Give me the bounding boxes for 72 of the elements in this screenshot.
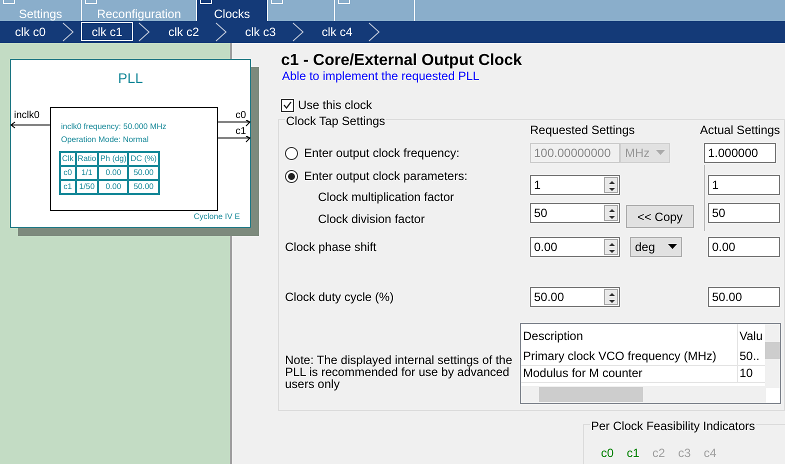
column-header: Actual Settings [700,122,780,139]
chevron-icon [214,22,228,42]
field-label: Clock division factor [317,211,425,228]
actual-value-field[interactable]: 0.00 [708,237,780,257]
radio-button[interactable] [285,170,298,182]
table-cell: 1/50 [76,180,98,194]
phase-shift-field[interactable]: 0.00 [530,237,620,257]
option-label: Enter output clock frequency: [304,145,460,162]
chevron-icon [367,22,382,42]
spinner-icon[interactable] [604,239,618,255]
output-port-label: c1 [235,127,246,137]
pll-title: PLL [117,69,144,88]
clock-indicator: c4 [704,445,716,462]
chevron-icon [290,22,305,42]
table-cell: c0 [60,166,76,180]
clock-indicator: c0 [601,445,614,462]
clock-tab[interactable]: clk c2 [157,22,210,42]
dropdown-caret-icon [668,244,677,250]
table-header: Clk [60,152,76,166]
unit-dropdown[interactable]: deg [630,237,682,257]
table-cell: 50.00 [128,166,159,180]
input-port-label: inclk0 [14,111,40,121]
panel-title: c1 - Core/External Output Clock [281,52,523,70]
spinner-icon[interactable] [604,177,618,193]
use-clock-checkbox[interactable] [281,98,294,112]
table-header: DC (%) [128,152,159,166]
table-cell: 1/1 [76,166,98,180]
table-cell: 0.00 [98,166,128,180]
chevron-icon [60,22,75,42]
clock-tab[interactable]: clk c1 [80,22,134,42]
table-header: Ph (dg) [98,152,128,166]
spinner-icon[interactable] [604,289,618,305]
actual-value-field[interactable]: 50 [708,203,780,223]
table-header: Ratio [76,152,98,166]
horizontal-scrollbar[interactable] [521,386,766,403]
wizard-tab[interactable]: Clocks [197,0,268,21]
spinner-icon[interactable] [604,205,618,221]
table-cell: c1 [60,180,76,194]
copy-button[interactable]: << Copy [626,205,694,228]
status-text: Able to implement the requested PLL [282,70,480,83]
info-text: Operation Mode: Normal [61,134,150,146]
device-name: Cyclone IV E [194,211,240,223]
dropdown-caret-icon [656,150,665,156]
actual-value-field[interactable]: 1 [708,175,780,195]
scroll-thumb[interactable] [539,387,643,402]
clock-tab[interactable]: clk c4 [310,22,364,42]
table-cell: 0.00 [98,180,128,194]
duty-cycle-field[interactable]: 50.00 [530,287,620,307]
chevron-icon [137,22,152,42]
table-header: Description [521,324,737,348]
field-label: Clock duty cycle (%) [284,289,395,306]
table-cell: 50.00 [128,180,159,194]
checkbox-label: Use this clock [298,97,372,114]
vertical-scrollbar[interactable] [765,324,780,388]
field-label: Clock multiplication factor [317,189,454,206]
clock-indicator: c1 [626,445,640,462]
field-label: Clock phase shift [284,239,378,256]
multiplication-field[interactable]: 1 [530,175,620,195]
clock-tab[interactable]: clk c3 [234,22,287,42]
table-cell: Modulus for M counter [521,365,737,382]
note-text: Note: The displayed internal settings of the PLL is recommended for use by advanced users only [284,354,514,390]
actual-value-field[interactable]: 50.00 [708,287,780,307]
clock-indicator: c2 [652,445,666,462]
output-port-label: c0 [235,111,246,121]
clock-indicator: c3 [678,445,691,462]
table-cell: Primary clock VCO frequency (MHz) [521,348,737,365]
division-field[interactable]: 50 [530,203,620,223]
column-header: Requested Settings [530,122,636,139]
clock-tab[interactable]: clk c0 [4,22,57,42]
scroll-thumb[interactable] [764,342,780,359]
option-label: Enter output clock parameters: [304,168,468,185]
info-text: inclk0 frequency: 50.000 MHz [61,121,166,133]
